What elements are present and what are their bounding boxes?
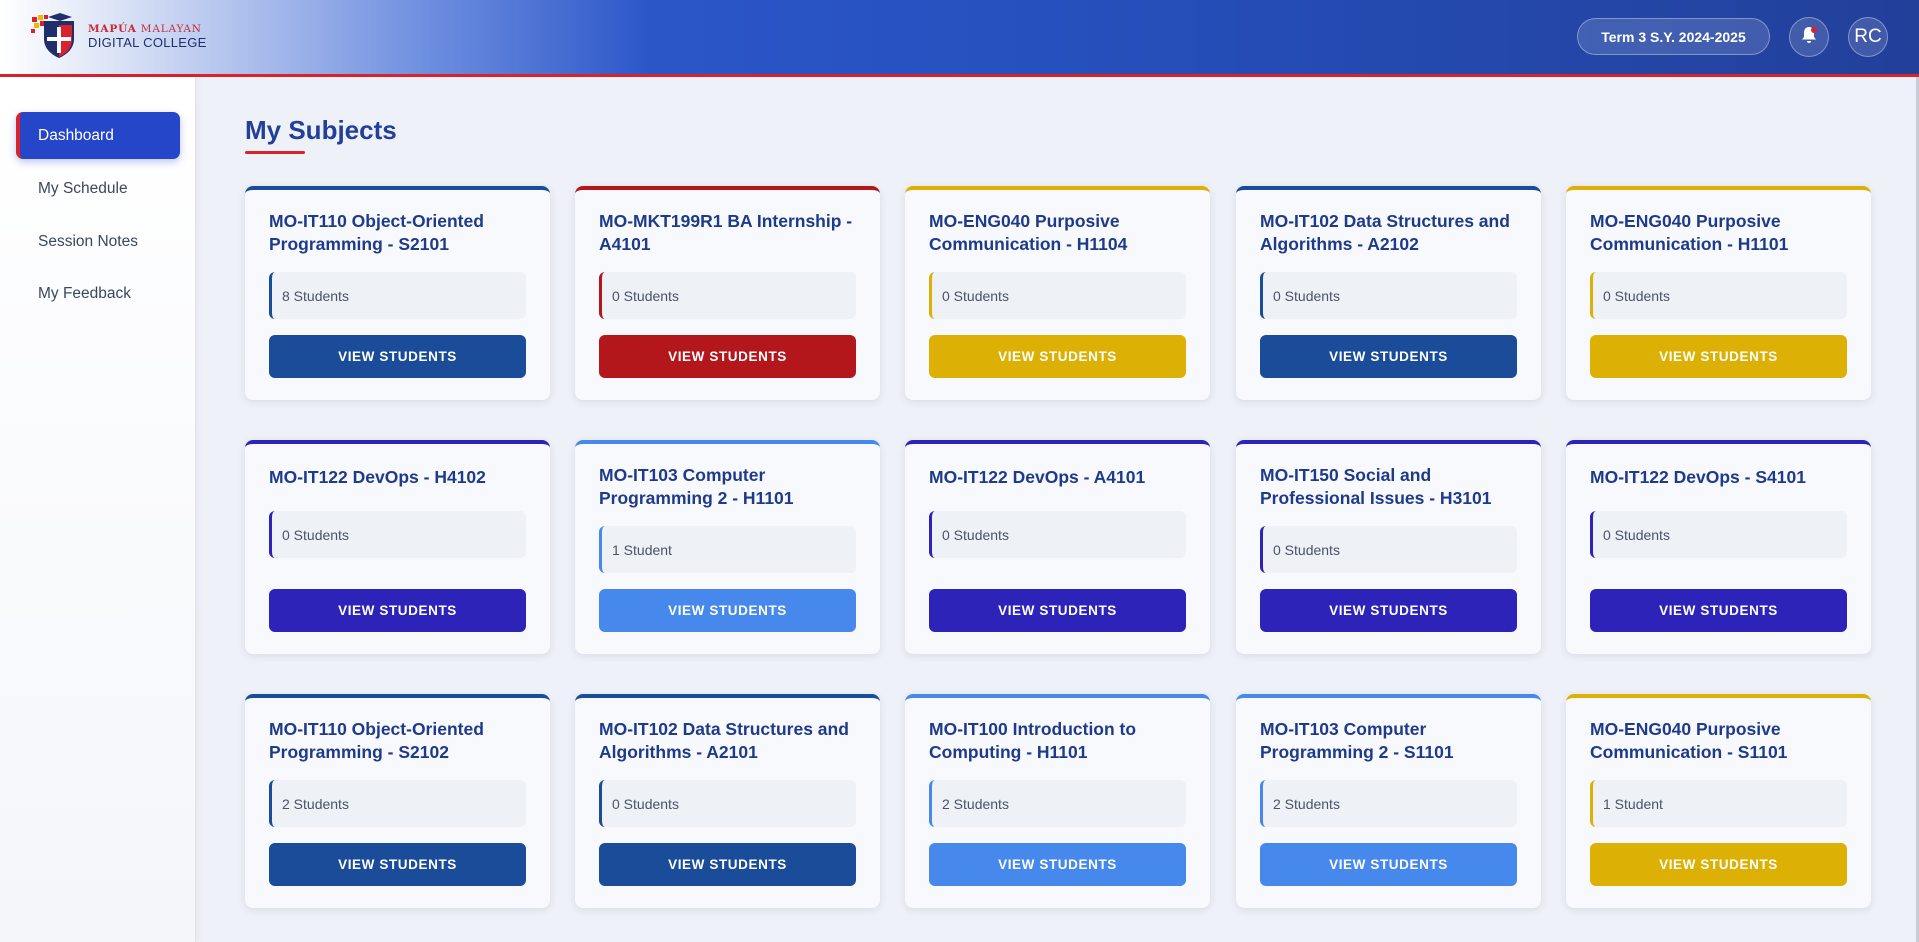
subject-title: MO-IT122 DevOps - S4101 [1590,467,1806,487]
subject-title: MO-IT103 Computer Programming 2 - H1101 [599,465,794,508]
user-avatar[interactable]: RC [1848,17,1888,57]
subject-title: MO-IT102 Data Structures and Algorithms … [1260,211,1510,254]
bell-icon [1799,25,1819,50]
subject-card: MO-IT122 DevOps - A4101 0 Students VIEW ST… [905,440,1210,654]
student-count: 0 Students [1590,272,1847,319]
subject-title: MO-ENG040 Purposive Communication - H110… [1590,211,1789,254]
student-count: 0 Students [1260,526,1517,573]
college-logo[interactable]: MAPÚA MALAYAN DIGITAL COLLEGE [30,13,207,59]
logo-crest-icon [30,13,82,59]
logo-college-text: DIGITAL COLLEGE [88,35,207,50]
sidebar-item-session-notes[interactable]: Session Notes [16,218,180,265]
subject-card: MO-IT150 Social and Professional Issues … [1236,440,1541,654]
view-students-button[interactable]: VIEW STUDENTS [599,335,856,378]
student-count: 2 Students [1260,780,1517,827]
subject-card: MO-ENG040 Purposive Communication - S110… [1566,694,1871,908]
logo-brand-text-2: MALAYAN [140,23,202,35]
subject-title: MO-IT110 Object-Oriented Programming - S… [269,211,484,254]
subject-card: MO-IT122 DevOps - S4101 0 Students VIEW ST… [1566,440,1871,654]
sidebar-item-my-feedback[interactable]: My Feedback [16,270,180,317]
view-students-button[interactable]: VIEW STUDENTS [269,335,526,378]
view-students-button[interactable]: VIEW STUDENTS [929,843,1186,886]
subject-title: MO-IT102 Data Structures and Algorithms … [599,719,849,762]
view-students-button[interactable]: VIEW STUDENTS [599,589,856,632]
student-count: 0 Students [269,511,526,558]
subject-title: MO-IT122 DevOps - H4102 [269,467,486,487]
view-students-button[interactable]: VIEW STUDENTS [1260,335,1517,378]
student-count: 2 Students [269,780,526,827]
view-students-button[interactable]: VIEW STUDENTS [1590,843,1847,886]
view-students-button[interactable]: VIEW STUDENTS [1260,589,1517,632]
sidebar: Dashboard My Schedule Session Notes My F… [0,77,196,942]
subject-card: MO-ENG040 Purposive Communication - H110… [1566,186,1871,400]
student-count: 8 Students [269,272,526,319]
page-title: My Subjects [245,115,397,145]
term-selector[interactable]: Term 3 S.Y. 2024-2025 [1577,18,1770,55]
subject-title: MO-IT110 Object-Oriented Programming - S… [269,719,484,762]
subject-card: MO-IT110 Object-Oriented Programming - S… [245,694,550,908]
subject-card: MO-IT103 Computer Programming 2 - H1101 1… [575,440,880,654]
view-students-button[interactable]: VIEW STUDENTS [1590,335,1847,378]
student-count: 0 Students [929,511,1186,558]
subject-card: MO-IT100 Introduction to Computing - H11… [905,694,1210,908]
subject-card: MO-IT102 Data Structures and Algorithms … [1236,186,1541,400]
sidebar-item-my-schedule[interactable]: My Schedule [16,165,180,212]
student-count: 0 Students [929,272,1186,319]
student-count: 0 Students [1590,511,1847,558]
student-count: 1 Student [1590,780,1847,827]
student-count: 0 Students [599,272,856,319]
view-students-button[interactable]: VIEW STUDENTS [599,843,856,886]
sidebar-item-dashboard[interactable]: Dashboard [16,112,180,159]
student-count: 1 Student [599,526,856,573]
subject-title: MO-MKT199R1 BA Internship - A4101 [599,211,853,254]
subject-title: MO-ENG040 Purposive Communication - S110… [1590,719,1788,762]
view-students-button[interactable]: VIEW STUDENTS [269,843,526,886]
view-students-button[interactable]: VIEW STUDENTS [1260,843,1517,886]
subject-title: MO-ENG040 Purposive Communication - H110… [929,211,1128,254]
student-count: 2 Students [929,780,1186,827]
logo-brand-text: MAPÚA [88,23,137,35]
subject-card: MO-MKT199R1 BA Internship - A4101 0 Stude… [575,186,880,400]
student-count: 0 Students [599,780,856,827]
subject-card: MO-IT122 DevOps - H4102 0 Students VIEW ST… [245,440,550,654]
subject-card: MO-IT110 Object-Oriented Programming - S… [245,186,550,400]
student-count: 0 Students [1260,272,1517,319]
notifications-button[interactable] [1789,17,1829,57]
subject-card: MO-IT103 Computer Programming 2 - S1101 2… [1236,694,1541,908]
view-students-button[interactable]: VIEW STUDENTS [269,589,526,632]
subject-card: MO-ENG040 Purposive Communication - H110… [905,186,1210,400]
view-students-button[interactable]: VIEW STUDENTS [929,589,1186,632]
subject-title: MO-IT122 DevOps - A4101 [929,467,1146,487]
title-underline [245,151,305,154]
view-students-button[interactable]: VIEW STUDENTS [1590,589,1847,632]
subject-title: MO-IT150 Social and Professional Issues … [1260,465,1492,508]
subject-card: MO-IT102 Data Structures and Algorithms … [575,694,880,908]
subject-title: MO-IT103 Computer Programming 2 - S1101 [1260,719,1454,762]
view-students-button[interactable]: VIEW STUDENTS [929,335,1186,378]
subject-title: MO-IT100 Introduction to Computing - H11… [929,719,1137,762]
top-header: MAPÚA MALAYAN DIGITAL COLLEGE Term 3 S.Y… [0,0,1919,77]
